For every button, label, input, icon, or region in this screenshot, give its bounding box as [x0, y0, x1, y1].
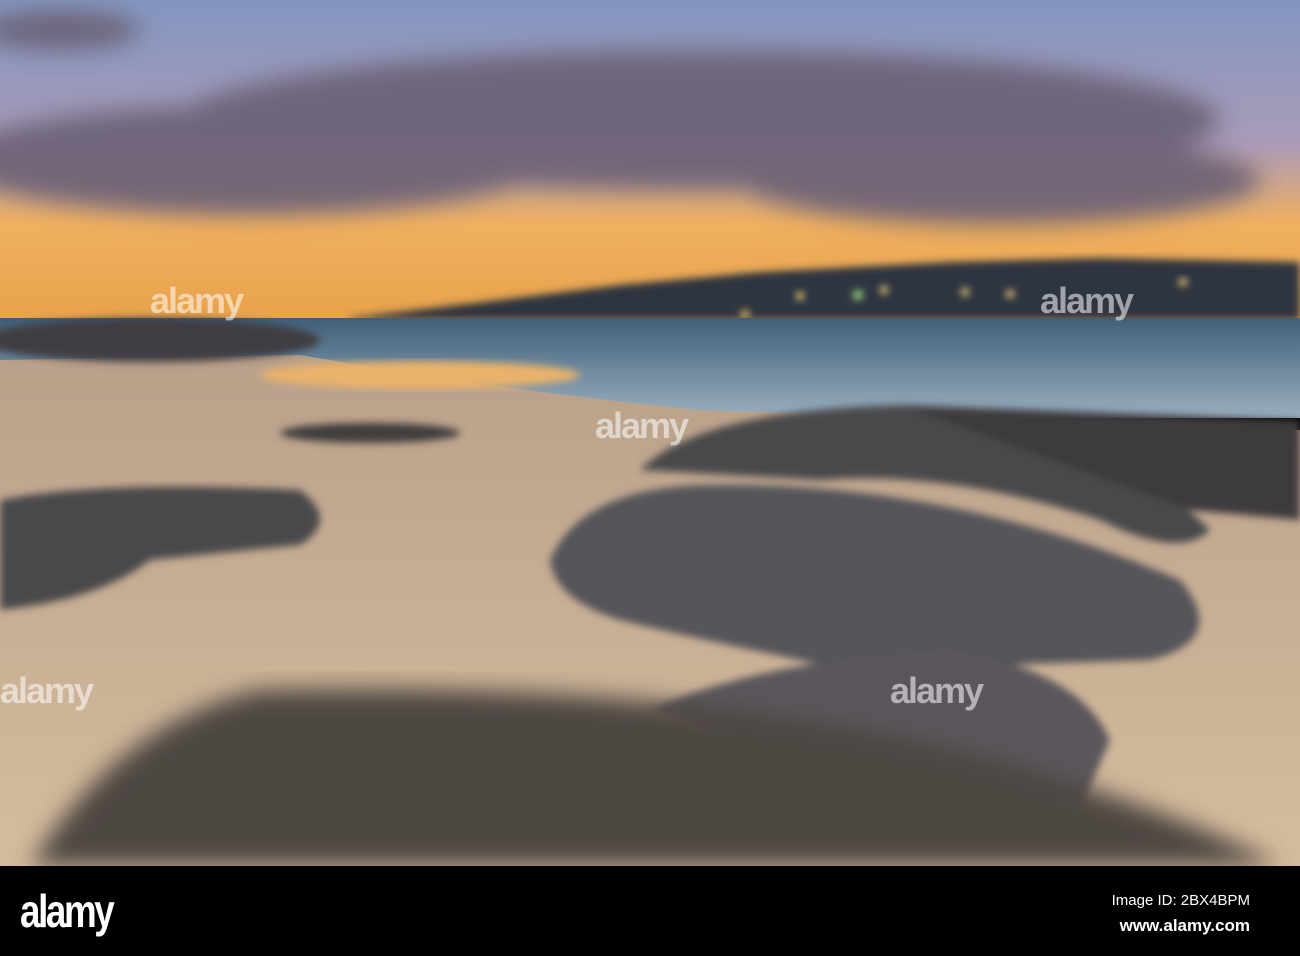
image-id: Image ID: 2BX4BPM — [1111, 892, 1250, 909]
watermark-overlay: alamy — [595, 405, 689, 446]
watermark-overlay: alamy — [150, 280, 244, 321]
stock-photo: alamy alamy alamy alamy alamy alamy Imag… — [0, 0, 1300, 956]
watermark-overlay: alamy — [0, 670, 94, 711]
site-url: www.alamy.com — [1119, 916, 1250, 935]
watermark-overlay: alamy — [890, 670, 984, 711]
watermark-overlay: alamy — [1040, 280, 1134, 321]
sunset-reflection — [260, 361, 580, 389]
alamy-logo: alamy — [20, 885, 115, 937]
watermark-bar: alamy Image ID: 2BX4BPM www.alamy.com — [0, 866, 1300, 956]
